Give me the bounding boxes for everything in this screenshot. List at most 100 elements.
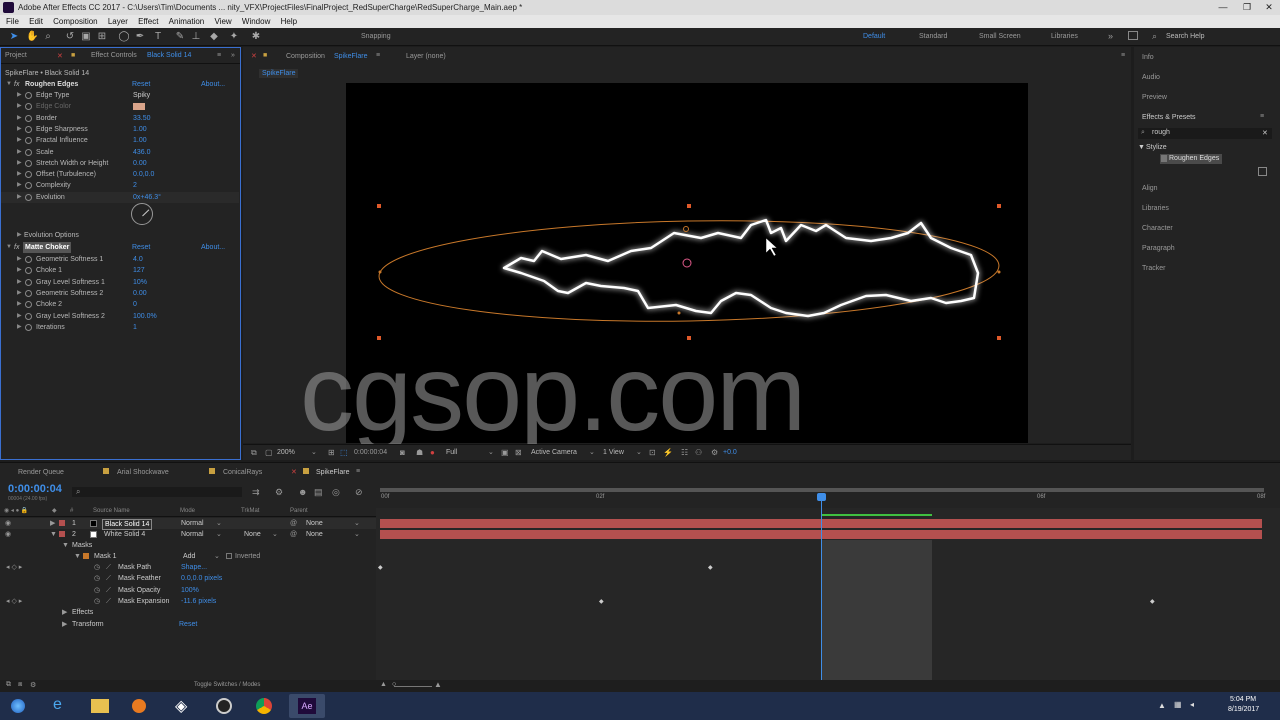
hand-tool-icon[interactable]: ✋	[26, 31, 38, 43]
resolution-dropdown[interactable]: Full	[446, 449, 457, 456]
new-bin-icon[interactable]	[1258, 167, 1267, 176]
panel-effects-presets[interactable]: Effects & Presets	[1142, 114, 1196, 121]
property-value[interactable]: 0.0,0.0 pixels	[181, 573, 222, 584]
menu-edit[interactable]: Edit	[29, 17, 43, 26]
effect-property-row[interactable]: ▶ Evolution 0x+46.3°	[1, 191, 239, 203]
effect-result-roughen-edges[interactable]: Roughen Edges	[1160, 154, 1222, 164]
effect-property-row[interactable]: ▶ Gray Level Softness 2 100.0%	[1, 311, 239, 322]
comp-mini-flowchart-icon[interactable]: ⇉	[252, 487, 260, 498]
zoom-slider[interactable]	[394, 686, 432, 687]
mask-1-row[interactable]: ▼ Mask 1 Add ⌄ Inverted	[0, 551, 376, 562]
workspace-standard[interactable]: Standard	[919, 33, 947, 40]
property-value[interactable]: -11.6 pixels	[181, 596, 216, 607]
tab-conical-rays[interactable]: ConicalRays	[223, 469, 262, 476]
effect-property-row[interactable]: ▶ Stretch Width or Height 0.00	[1, 158, 239, 169]
menu-window[interactable]: Window	[242, 17, 270, 26]
effect-property-row[interactable]: ▶ Iterations 1	[1, 322, 239, 333]
time-ruler[interactable]: 00f 02f 06f 08f	[376, 480, 1280, 508]
category-stylize[interactable]: Stylize	[1146, 144, 1167, 151]
menu-effect[interactable]: Effect	[138, 17, 158, 26]
zoom-out-icon[interactable]: ▲	[380, 681, 387, 688]
toggle-pixel-aspect-icon[interactable]: ⊡	[649, 448, 656, 457]
mask-property-row[interactable]: ◷ ⟋ Mask Feather 0.0,0.0 pixels	[0, 573, 376, 584]
stopwatch-icon[interactable]: ◷	[94, 562, 100, 573]
panel-character[interactable]: Character	[1142, 225, 1173, 232]
layer-trkmat[interactable]: None	[244, 529, 261, 540]
expand-icon[interactable]: ▶	[17, 288, 22, 299]
expand-layer-icon[interactable]: ▶	[50, 518, 55, 529]
layer-parent[interactable]: None	[306, 529, 323, 540]
property-value[interactable]: 1.00	[133, 124, 147, 135]
expand-icon[interactable]: ▶	[17, 169, 22, 180]
workspace-overflow-icon[interactable]: »	[1108, 31, 1113, 41]
snapshot-icon[interactable]: ◙	[400, 448, 405, 457]
effect-property-row[interactable]: ▶ Border 33.50	[1, 113, 239, 124]
property-value[interactable]: 4.0	[133, 254, 143, 265]
after-effects-taskbar-icon[interactable]: Ae	[289, 694, 325, 718]
expand-icon[interactable]: ▶	[17, 180, 22, 191]
keyframe-icon[interactable]: ◆	[708, 564, 713, 571]
menu-layer[interactable]: Layer	[108, 17, 128, 26]
col-mode[interactable]: Mode	[180, 506, 195, 517]
panel-paragraph[interactable]: Paragraph	[1142, 245, 1175, 252]
layer-name[interactable]: White Solid 4	[104, 529, 145, 540]
minimize-icon[interactable]: —	[1212, 0, 1234, 15]
tray-arrow-icon[interactable]: ▲	[1158, 701, 1166, 710]
stopwatch-icon[interactable]	[25, 193, 32, 201]
stopwatch-icon[interactable]	[25, 148, 32, 156]
panel-preview[interactable]: Preview	[1142, 94, 1167, 101]
property-value[interactable]: 0.0,0.0	[133, 169, 154, 180]
layer-handle[interactable]	[687, 204, 691, 208]
volume-icon[interactable]: ◂	[1190, 700, 1194, 709]
property-value[interactable]: Shape...	[181, 562, 207, 573]
unity-taskbar-icon[interactable]: ◈	[165, 694, 201, 718]
always-preview-icon[interactable]: ⧉	[251, 448, 257, 458]
layer-row-2[interactable]: ◉ ▼ 2 White Solid 4 Normal ⌄ None ⌄ @ No…	[0, 529, 376, 540]
mask-property-row[interactable]: ◷ ⟋ Mask Expansion -11.6 pixels ◂ ◇ ▸	[0, 596, 376, 607]
layer-switches-icon[interactable]: ⧉	[6, 681, 11, 689]
color-channel-icon[interactable]: ●	[430, 448, 435, 457]
menu-animation[interactable]: Animation	[169, 17, 205, 26]
expand-icon[interactable]: ▶	[17, 101, 22, 112]
property-value[interactable]: 33.50	[133, 113, 151, 124]
stopwatch-icon[interactable]	[25, 159, 32, 167]
effect-property-row[interactable]: ▶ Gray Level Softness 1 10%	[1, 277, 239, 288]
timeline-icon[interactable]: ☷	[681, 448, 688, 457]
toggle-switches-modes[interactable]: Toggle Switches / Modes	[194, 682, 260, 688]
tab-composition-name[interactable]: SpikeFlare	[334, 53, 367, 60]
expand-icon[interactable]: ▶	[17, 254, 22, 265]
keyframe-nav-icon[interactable]: ◂ ◇ ▸	[6, 596, 22, 607]
reset-exposure-icon[interactable]: ⚙	[711, 448, 718, 457]
panel-align[interactable]: Align	[1142, 185, 1158, 192]
expand-icon[interactable]: ▶	[17, 311, 22, 322]
stopwatch-icon[interactable]	[25, 323, 32, 331]
effect-property-row[interactable]: ▶ Geometric Softness 2 0.00	[1, 288, 239, 299]
effect-property-row[interactable]: ▶ Choke 2 0	[1, 299, 239, 310]
timestretch-icon[interactable]: ⚙	[30, 681, 36, 689]
inverted-checkbox[interactable]	[226, 553, 232, 559]
evolution-dial[interactable]	[131, 203, 153, 225]
stopwatch-icon[interactable]: ◷	[94, 585, 100, 596]
expand-icon[interactable]: ▶	[17, 90, 22, 101]
expand-icon[interactable]: ▶	[17, 277, 22, 288]
effect-property-row[interactable]: ▶ Edge Type Spiky	[1, 90, 239, 101]
graph-editor-icon[interactable]: ⊘	[355, 487, 363, 498]
pick-whip-icon[interactable]: @	[290, 518, 297, 529]
stopwatch-icon[interactable]	[25, 103, 32, 111]
stopwatch-icon[interactable]	[25, 137, 32, 145]
property-value[interactable]: 0	[133, 299, 137, 310]
current-time-display[interactable]: 0:00:00:04	[354, 449, 387, 456]
layer-search-input[interactable]: ⌕	[72, 487, 242, 497]
effect-property-row[interactable]: ▶ Fractal Influence 1.00	[1, 135, 239, 146]
layer-row-1[interactable]: ◉ ▶ 1 Black Solid 14 Normal ⌄ @ None ⌄	[0, 518, 376, 530]
zoom-in-icon[interactable]: ▲	[434, 680, 442, 689]
puppet-tool-icon[interactable]: ✱	[250, 31, 262, 43]
zoom-slider-handle[interactable]: ○	[392, 681, 396, 688]
effect-property-row[interactable]: ▶ Edge Color	[1, 101, 239, 112]
tab-arial-shockwave[interactable]: Arial Shockwave	[117, 469, 169, 476]
lock-icon[interactable]: ■	[71, 52, 75, 59]
frame-blending-icon[interactable]: ▤	[314, 487, 323, 498]
about-button[interactable]: About...	[201, 79, 225, 90]
property-value[interactable]: 100%	[181, 585, 199, 596]
transfer-controls-icon[interactable]: ⧈	[18, 681, 22, 689]
